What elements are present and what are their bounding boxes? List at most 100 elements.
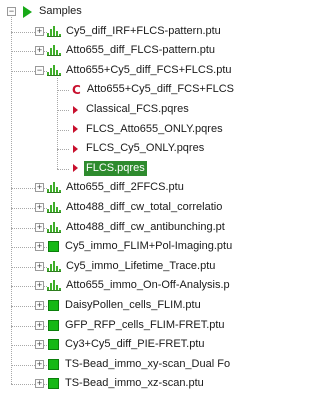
histogram-icon <box>47 202 61 213</box>
tree-connector-horizontal <box>11 266 35 268</box>
tree-connector-horizontal <box>44 247 47 249</box>
tree-node[interactable]: Atto655_diff_FLCS-pattern.ptu <box>47 42 217 59</box>
tree-node-label: Atto655+Cy5_diff_FCS+FLCS.ptu <box>66 63 232 76</box>
file-tree: − Samples + Cy5_diff_IRF+FLCS-pattern.ptu + A… <box>0 0 276 398</box>
tree-node[interactable]: GFP_RFP_cells_FLIM-FRET.ptu <box>47 317 227 334</box>
tree-node[interactable]: Atto488_diff_cw_antibunching.pt <box>47 219 227 236</box>
tree-node-label: Atto655_diff_2FFCS.ptu <box>66 181 184 194</box>
tree-node[interactable]: Cy3+Cy5_diff_PIE-FRET.ptu <box>47 336 207 353</box>
tree-node-label: Classical_FCS.pqres <box>86 103 189 115</box>
tree-node[interactable]: TS-Bead_immo_xy-scan_Dual Fo <box>47 356 232 373</box>
tree-node[interactable]: FLCS_Atto655_ONLY.pqres <box>70 121 225 138</box>
collapse-toggle[interactable]: − <box>7 7 16 16</box>
tree-connector-horizontal <box>11 70 35 72</box>
tree-leaf-node[interactable]: C Atto655+Cy5_diff_FCS+FLCS <box>0 81 276 98</box>
tree-file-node[interactable]: + Cy5_diff_IRF+FLCS-pattern.ptu <box>0 23 276 40</box>
tree-node-label: Atto655_diff_FLCS-pattern.ptu <box>66 44 216 57</box>
tree-leaf-node[interactable]: Classical_FCS.pqres <box>0 101 276 118</box>
tree-node[interactable]: Atto488_diff_cw_total_correlatio <box>47 199 224 216</box>
tree-file-node[interactable]: + TS-Bead_immo_xz-scan.ptu <box>0 375 276 392</box>
tree-file-node[interactable]: + Atto655_diff_FLCS-pattern.ptu <box>0 42 276 59</box>
tree-file-node[interactable]: + Atto488_diff_cw_total_correlatio <box>0 199 276 216</box>
tree-connector-horizontal <box>44 384 47 386</box>
tree-connector-horizontal <box>11 247 35 249</box>
tree-node-selected[interactable]: FLCS.pqres <box>0 160 276 177</box>
tree-connector-horizontal <box>44 325 47 327</box>
tree-file-node[interactable]: + Atto655_diff_2FFCS.ptu <box>0 179 276 196</box>
histogram-icon <box>47 221 61 233</box>
tree-node[interactable]: Classical_FCS.pqres <box>70 101 191 118</box>
tree-connector-horizontal <box>44 70 47 72</box>
tree-connector-horizontal <box>11 31 35 33</box>
expand-toggle[interactable]: + <box>35 340 44 350</box>
tree-connector-horizontal <box>44 31 47 33</box>
expand-toggle[interactable]: + <box>35 222 44 232</box>
tree-file-node[interactable]: + GFP_RFP_cells_FLIM-FRET.ptu <box>0 317 276 334</box>
tree-leaf-node[interactable]: FLCS_Atto655_ONLY.pqres <box>0 121 276 138</box>
histogram-icon <box>47 25 61 37</box>
tree-node[interactable]: DaisyPollen_cells_FLIM.ptu <box>47 297 203 314</box>
expand-toggle[interactable]: + <box>35 320 44 330</box>
green-square-icon <box>48 319 59 331</box>
tree-connector-vertical <box>11 17 12 385</box>
histogram-icon <box>47 64 61 76</box>
tree-connector-horizontal <box>11 345 35 347</box>
tree-node[interactable]: Samples <box>21 3 84 20</box>
tree-node-label: Cy5_diff_IRF+FLCS-pattern.ptu <box>66 24 221 37</box>
tree-connector-horizontal <box>57 149 69 151</box>
tree-connector-horizontal <box>44 306 47 307</box>
tree-file-node[interactable]: + Cy5_immo_Lifetime_Trace.ptu <box>0 258 276 275</box>
tree-file-node[interactable]: + TS-Bead_immo_xy-scan_Dual Fo <box>0 356 276 373</box>
tree-node[interactable]: FLCS_Cy5_ONLY.pqres <box>70 140 206 157</box>
tree-node[interactable]: Cy5_diff_IRF+FLCS-pattern.ptu <box>47 23 223 40</box>
expand-toggle[interactable]: + <box>35 359 44 369</box>
tree-leaf-node[interactable]: FLCS_Cy5_ONLY.pqres <box>0 140 276 157</box>
tree-node-label: Atto488_diff_cw_antibunching.pt <box>66 220 225 233</box>
histogram-icon <box>47 280 61 292</box>
tree-node[interactable]: TS-Bead_immo_xz-scan.ptu <box>47 375 206 392</box>
tree-node-label: TS-Bead_immo_xz-scan.ptu <box>65 377 204 390</box>
tree-connector-horizontal <box>57 90 69 92</box>
tree-node-label: Cy5_immo_Lifetime_Trace.ptu <box>66 259 216 272</box>
green-square-icon <box>48 241 59 253</box>
expand-toggle[interactable]: + <box>35 242 44 252</box>
green-square-icon <box>48 339 59 351</box>
tree-node-label: Atto655_immo_On-Off-Analysis.p <box>66 279 230 292</box>
histogram-icon <box>47 45 61 57</box>
tree-node-label: Atto488_diff_cw_total_correlatio <box>66 201 223 213</box>
expand-toggle[interactable]: + <box>35 26 44 36</box>
tree-file-node[interactable]: + Atto655_immo_On-Off-Analysis.p <box>0 277 276 294</box>
collapse-toggle[interactable]: − <box>35 65 44 75</box>
tree-node[interactable]: C Atto655+Cy5_diff_FCS+FLCS <box>70 81 236 98</box>
expand-toggle[interactable]: + <box>35 261 44 271</box>
tree-connector-horizontal <box>11 306 35 307</box>
tree-node[interactable]: Cy5_immo_Lifetime_Trace.ptu <box>47 258 217 275</box>
tree-node[interactable]: Atto655_diff_2FFCS.ptu <box>47 179 186 196</box>
tree-connector-vertical <box>57 77 58 169</box>
tree-file-node[interactable]: + DaisyPollen_cells_FLIM.ptu <box>0 297 276 314</box>
green-square-icon <box>48 378 59 390</box>
tree-root-samples[interactable]: − Samples <box>0 3 276 20</box>
green-square-icon <box>48 358 59 370</box>
expand-toggle[interactable]: + <box>35 379 44 389</box>
tree-file-node[interactable]: + Atto488_diff_cw_antibunching.pt <box>0 219 276 236</box>
tree-node[interactable]: Atto655_immo_On-Off-Analysis.p <box>47 277 232 294</box>
expand-toggle[interactable]: + <box>35 183 44 193</box>
red-arrow-icon <box>73 144 78 153</box>
tree-file-node[interactable]: − Atto655+Cy5_diff_FCS+FLCS.ptu <box>0 62 276 79</box>
tree-node-label: FLCS_Atto655_ONLY.pqres <box>86 122 223 135</box>
tree-node[interactable]: Atto655+Cy5_diff_FCS+FLCS.ptu <box>47 62 234 79</box>
tree-node[interactable]: FLCS.pqres <box>70 160 147 177</box>
histogram-icon <box>47 182 61 194</box>
expand-toggle[interactable]: + <box>35 46 44 56</box>
tree-node[interactable]: Cy5_immo_FLIM+Pol-Imaging.ptu <box>47 238 234 255</box>
tree-connector-horizontal <box>44 188 47 190</box>
tree-node-label: FLCS_Cy5_ONLY.pqres <box>86 142 205 155</box>
tree-file-node[interactable]: + Cy5_immo_FLIM+Pol-Imaging.ptu <box>0 238 276 255</box>
expand-toggle[interactable]: + <box>35 281 44 291</box>
tree-connector-horizontal <box>11 51 35 53</box>
tree-connector-horizontal <box>11 227 35 229</box>
expand-toggle[interactable]: + <box>35 301 44 310</box>
tree-file-node[interactable]: + Cy3+Cy5_diff_PIE-FRET.ptu <box>0 336 276 353</box>
expand-toggle[interactable]: + <box>35 203 44 212</box>
